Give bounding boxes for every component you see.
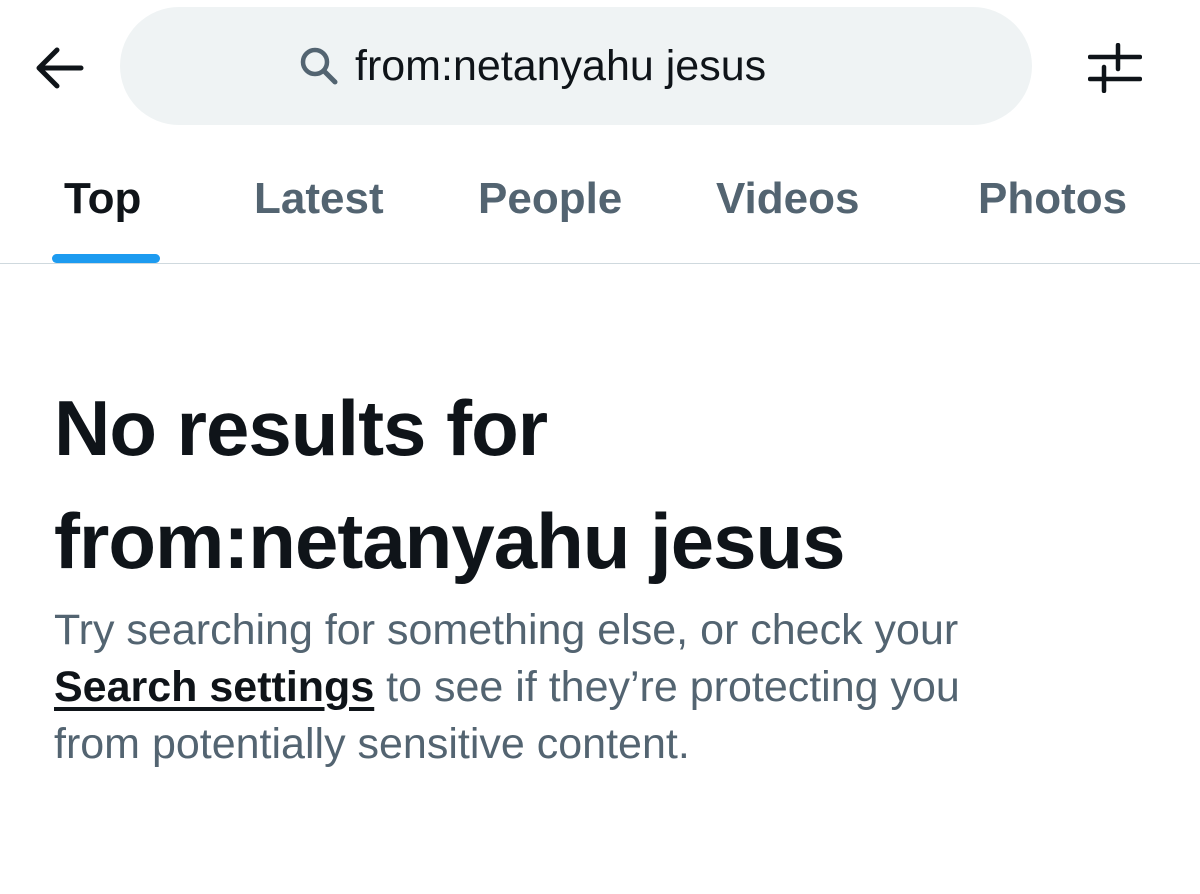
tab-latest[interactable]: Latest xyxy=(240,150,410,263)
tabs-divider xyxy=(0,263,1200,264)
top-bar xyxy=(0,0,1200,140)
search-box[interactable] xyxy=(120,7,1032,125)
sliders-icon xyxy=(1088,43,1142,93)
empty-state-title-query: from:netanyahu jesus xyxy=(54,497,846,585)
empty-state-message-line-3: from potentially sensitive content. xyxy=(54,720,690,768)
empty-state-message-line-1: Try searching for something else, or che… xyxy=(54,606,959,654)
empty-state-message: Try searching for something else, or che… xyxy=(54,602,1154,773)
tab-latest-label: Latest xyxy=(254,174,384,223)
tab-videos[interactable]: Videos xyxy=(702,150,886,263)
active-tab-indicator xyxy=(52,254,160,263)
empty-state-title-line-1: No results for xyxy=(54,384,548,472)
empty-state: No results for from:netanyahu jesus Try … xyxy=(54,372,1154,773)
empty-state-title: No results for from:netanyahu jesus xyxy=(54,372,1154,598)
search-settings-link[interactable]: Search settings xyxy=(54,663,374,711)
search-input[interactable] xyxy=(355,41,855,91)
tab-photos[interactable]: Photos xyxy=(964,150,1150,263)
search-filter-button[interactable] xyxy=(1080,36,1150,100)
empty-state-message-line-2: Search settings to see if they’re protec… xyxy=(54,659,1154,716)
tab-videos-label: Videos xyxy=(716,174,860,223)
empty-state-message-line-2-text: to see if they’re protecting you xyxy=(374,663,960,711)
tab-top[interactable]: Top xyxy=(50,150,162,263)
arrow-left-icon xyxy=(36,47,84,89)
back-button[interactable] xyxy=(24,36,94,100)
search-icon xyxy=(297,44,341,88)
search-tabs: Top Latest People Videos Photos xyxy=(0,150,1200,263)
tab-people[interactable]: People xyxy=(464,150,644,263)
tab-photos-label: Photos xyxy=(978,174,1128,223)
tab-top-label: Top xyxy=(64,174,142,223)
tab-people-label: People xyxy=(478,174,623,223)
